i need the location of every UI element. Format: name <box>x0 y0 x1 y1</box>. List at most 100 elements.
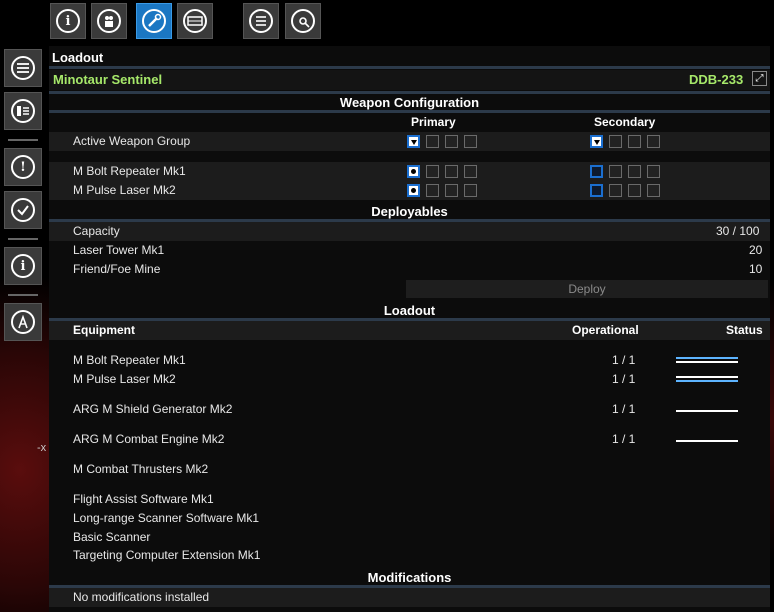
deployable-count: 20 <box>749 243 763 257</box>
equipment-name: M Bolt Repeater Mk1 <box>73 353 186 367</box>
loadout-header: Loadout <box>383 303 436 318</box>
equipment-operational: 1 / 1 <box>612 432 636 446</box>
equipment-operational: 1 / 1 <box>612 372 636 386</box>
weapon-config-header: Weapon Configuration <box>339 95 480 110</box>
weapon-row: Active Weapon Group <box>49 132 770 151</box>
secondary-group-checkbox[interactable] <box>647 165 660 178</box>
primary-group-checkbox[interactable] <box>407 165 420 178</box>
secondary-group-checkbox[interactable] <box>647 135 660 148</box>
secondary-group-checkbox[interactable] <box>647 184 660 197</box>
equipment-row: Basic Scanner <box>49 528 770 547</box>
primary-group-checkbox[interactable] <box>426 165 439 178</box>
deployable-row: Laser Tower Mk1 20 <box>49 241 770 260</box>
col-equipment: Equipment <box>73 323 135 337</box>
secondary-group-checkbox[interactable] <box>590 184 603 197</box>
primary-label: Primary <box>411 115 456 129</box>
drone-icon <box>291 9 315 33</box>
tab-loadout[interactable] <box>136 3 172 39</box>
equipment-row: M Pulse Laser Mk2 1 / 1 <box>49 370 770 389</box>
compass-icon <box>11 310 35 334</box>
status-bar <box>676 380 738 382</box>
ship-id: DDB-233 <box>689 72 744 87</box>
wrench-icon <box>142 9 166 33</box>
loadout-panel: Loadout Minotaur Sentinel DDB-233 ⤢ Weap… <box>49 46 770 612</box>
equipment-row: Flight Assist Software Mk1 <box>49 490 770 509</box>
equipment-operational: 1 / 1 <box>612 353 636 367</box>
equipment-name: M Pulse Laser Mk2 <box>73 372 176 386</box>
deployable-row: Friend/Foe Mine 10 <box>49 260 770 279</box>
equipment-name: Flight Assist Software Mk1 <box>73 492 214 506</box>
ship-header: Minotaur Sentinel DDB-233 <box>49 70 770 90</box>
secondary-label: Secondary <box>594 115 656 129</box>
capacity-value: 30 / 100 <box>716 224 760 238</box>
weapon-row-label: M Bolt Repeater Mk1 <box>73 164 186 178</box>
list-icon <box>249 9 273 33</box>
primary-group-checkbox[interactable] <box>464 165 477 178</box>
secondary-group-dropdown[interactable] <box>590 135 603 148</box>
alert-button[interactable]: ! <box>4 148 42 186</box>
side-mark: -x <box>37 442 47 454</box>
equipment-name: Long-range Scanner Software Mk1 <box>73 511 260 525</box>
secondary-group-checkbox[interactable] <box>590 165 603 178</box>
divider <box>49 91 770 94</box>
primary-group-checkbox[interactable] <box>426 135 439 148</box>
primary-group-checkbox[interactable] <box>445 135 458 148</box>
capacity-row: Capacity 30 / 100 <box>49 222 770 241</box>
left-divider <box>8 294 38 296</box>
equipment-row: Long-range Scanner Software Mk1 <box>49 509 770 528</box>
info-button[interactable]: i <box>4 247 42 285</box>
tab-list[interactable] <box>243 3 279 39</box>
secondary-group-checkbox[interactable] <box>628 184 641 197</box>
tab-storage[interactable] <box>177 3 213 39</box>
deploy-button[interactable]: Deploy <box>406 280 768 298</box>
equipment-name: ARG M Combat Engine Mk2 <box>73 432 225 446</box>
modifications-row: No modifications installed <box>49 588 770 607</box>
equipment-name: ARG M Shield Generator Mk2 <box>73 402 233 416</box>
tab-crew[interactable] <box>91 3 127 39</box>
status-bar <box>676 361 738 363</box>
ship-info-button[interactable] <box>4 92 42 130</box>
loadout-column-headers: Equipment Operational Status <box>49 321 770 340</box>
deployable-count: 10 <box>749 262 763 276</box>
secondary-group-checkbox[interactable] <box>628 135 641 148</box>
ship-name: Minotaur Sentinel <box>53 72 163 87</box>
primary-group-checkbox[interactable] <box>464 184 477 197</box>
equipment-row: M Bolt Repeater Mk1 1 / 1 <box>49 351 770 370</box>
capacity-label: Capacity <box>73 224 120 238</box>
secondary-group-checkbox[interactable] <box>628 165 641 178</box>
primary-group-checkbox[interactable] <box>445 184 458 197</box>
equipment-name: Basic Scanner <box>73 530 151 544</box>
left-divider <box>8 139 38 141</box>
status-bar <box>676 410 738 412</box>
menu-icon <box>11 56 35 80</box>
weapon-row-label: Active Weapon Group <box>73 134 191 148</box>
weapon-row: M Pulse Laser Mk2 <box>49 181 770 200</box>
status-bar <box>676 376 738 378</box>
equipment-row: ARG M Shield Generator Mk2 1 / 1 <box>49 400 770 419</box>
expand-icon[interactable]: ⤢ <box>752 71 767 86</box>
primary-group-checkbox[interactable] <box>426 184 439 197</box>
divider <box>49 110 770 113</box>
primary-group-checkbox[interactable] <box>407 184 420 197</box>
primary-group-checkbox[interactable] <box>445 165 458 178</box>
divider <box>49 66 770 69</box>
deployables-header: Deployables <box>371 204 448 219</box>
check-button[interactable] <box>4 191 42 229</box>
secondary-group-checkbox[interactable] <box>609 184 622 197</box>
col-operational: Operational <box>572 323 639 337</box>
menu-button[interactable] <box>4 49 42 87</box>
equipment-name: Targeting Computer Extension Mk1 <box>73 548 261 562</box>
equipment-row: ARG M Combat Engine Mk2 1 / 1 <box>49 430 770 449</box>
info-icon: i <box>56 9 80 33</box>
tab-drone[interactable] <box>285 3 321 39</box>
crew-icon <box>97 9 121 33</box>
compass-button[interactable] <box>4 303 42 341</box>
secondary-group-checkbox[interactable] <box>609 165 622 178</box>
primary-group-checkbox[interactable] <box>464 135 477 148</box>
deployable-name: Laser Tower Mk1 <box>73 243 165 257</box>
tab-info[interactable]: i <box>50 3 86 39</box>
primary-group-dropdown[interactable] <box>407 135 420 148</box>
equipment-row: M Combat Thrusters Mk2 <box>49 460 770 479</box>
equipment-name: M Combat Thrusters Mk2 <box>73 462 209 476</box>
secondary-group-checkbox[interactable] <box>609 135 622 148</box>
